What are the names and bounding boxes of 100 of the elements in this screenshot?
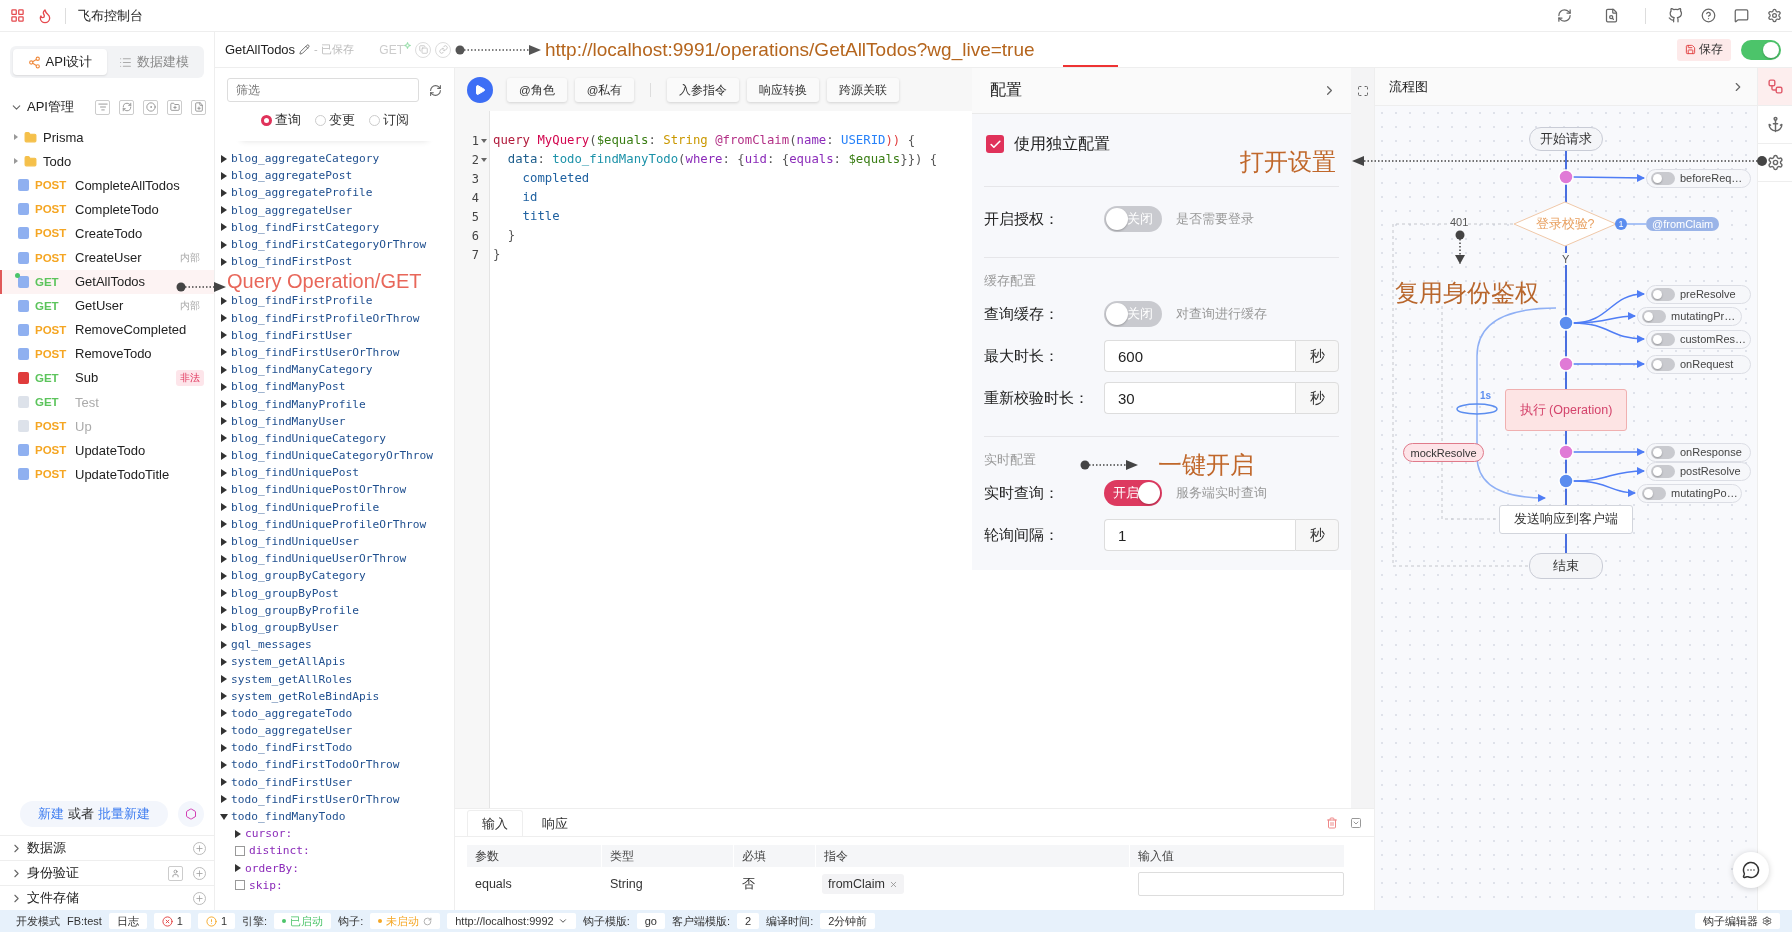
hook-item[interactable]: mutatingPo…	[1637, 483, 1742, 503]
caret-icon[interactable]	[220, 813, 228, 820]
toggle-switch[interactable]: 开启	[1104, 480, 1162, 506]
caret-icon[interactable]	[221, 795, 227, 804]
field-name[interactable]: blog_findManyPost	[231, 380, 346, 394]
filter-field[interactable]: 筛选	[227, 78, 419, 102]
caret-icon[interactable]	[221, 314, 227, 323]
end-node[interactable]: 结束	[1529, 553, 1603, 579]
argument-name[interactable]: orderBy:	[245, 861, 299, 875]
field-name[interactable]: blog_findFirstCategory	[231, 220, 380, 234]
field-name[interactable]: gql_messages	[231, 638, 312, 652]
section-title[interactable]: 身份验证	[27, 864, 79, 882]
toggle-switch[interactable]	[1651, 445, 1675, 459]
checkbox[interactable]	[235, 845, 245, 856]
hook-item[interactable]: onRequest	[1646, 354, 1751, 374]
field-name[interactable]: blog_findManyProfile	[231, 397, 366, 411]
url-select[interactable]: http://localhost:9992	[447, 913, 576, 929]
toolbar-button[interactable]: 响应转换	[747, 78, 820, 102]
field-name[interactable]: blog_findUniqueProfileOrThrow	[231, 517, 427, 531]
field-name[interactable]: todo_findFirstTodo	[231, 741, 353, 755]
message-icon[interactable]	[1734, 8, 1749, 23]
api-item[interactable]: POST CompleteAllTodos	[0, 173, 214, 198]
folder-name[interactable]: Todo	[43, 153, 72, 169]
caret-icon[interactable]	[235, 864, 241, 873]
toggle-switch[interactable]	[1651, 332, 1675, 346]
refresh-icon[interactable]	[1557, 8, 1572, 23]
field-name[interactable]: system_getRoleBindApis	[231, 689, 380, 703]
field-name[interactable]: todo_findFirstUserOrThrow	[231, 792, 400, 806]
field-name[interactable]: blog_groupByUser	[231, 620, 339, 634]
radio-label[interactable]: 查询	[274, 111, 301, 129]
api-item[interactable]: POST CompleteTodo	[0, 197, 214, 222]
file-search-icon[interactable]	[1604, 8, 1619, 23]
api-item[interactable]: POST RemoveTodo	[0, 341, 214, 366]
caret-icon[interactable]	[221, 417, 227, 426]
caret-icon[interactable]	[221, 743, 227, 752]
field-name[interactable]: todo_aggregateTodo	[231, 706, 353, 720]
hook-item[interactable]: preResolve	[1646, 284, 1751, 304]
field-name[interactable]: system_getAllRoles	[231, 672, 353, 686]
number-field[interactable]: 600	[1104, 340, 1296, 372]
caret-icon[interactable]	[221, 623, 227, 632]
field-name[interactable]: blog_findUniqueCategoryOrThrow	[231, 449, 434, 463]
sidebar-tab[interactable]: API设计	[13, 49, 107, 75]
field-name[interactable]: blog_findUniquePostOrThrow	[231, 483, 407, 497]
caret-icon[interactable]	[221, 348, 227, 357]
mock-node[interactable]: mockResolve	[1403, 443, 1484, 462]
caret-icon[interactable]	[221, 382, 227, 391]
new-link[interactable]: 新建	[38, 805, 64, 823]
collapse-icon[interactable]	[1350, 816, 1362, 829]
fullscreen-icon[interactable]	[1356, 84, 1369, 98]
caret-icon[interactable]	[221, 468, 227, 477]
caret-icon[interactable]	[221, 434, 227, 443]
panel-tab[interactable]: 响应	[527, 810, 583, 836]
field-name[interactable]: blog_findManyCategory	[231, 363, 373, 377]
hook-item[interactable]: mutatingPr…	[1637, 306, 1742, 326]
restart-icon[interactable]	[423, 916, 433, 926]
start-node[interactable]: 开始请求	[1529, 127, 1603, 151]
panel-tab[interactable]: 输入	[467, 810, 523, 836]
caret-icon[interactable]	[221, 503, 227, 512]
caret-icon[interactable]	[221, 451, 227, 460]
caret-icon[interactable]	[221, 154, 227, 163]
api-item[interactable]: GET Sub 非法	[0, 365, 214, 391]
toggle-switch[interactable]	[1741, 39, 1781, 60]
help-icon[interactable]	[1701, 8, 1716, 23]
toggle-switch[interactable]	[1651, 287, 1675, 301]
caret-icon[interactable]	[221, 206, 227, 215]
api-item[interactable]: POST UpdateTodo	[0, 438, 214, 463]
field-name[interactable]: blog_findUniqueUser	[231, 535, 359, 549]
field-name[interactable]: blog_findUniqueUserOrThrow	[231, 552, 407, 566]
field-name[interactable]: blog_groupByProfile	[231, 603, 359, 617]
app-grid-icon[interactable]	[10, 8, 25, 23]
field-name[interactable]: system_getAllApis	[231, 655, 346, 669]
save-button[interactable]: 保存	[1677, 38, 1731, 61]
caret-icon[interactable]	[221, 485, 227, 494]
radio-label[interactable]: 订阅	[382, 111, 409, 129]
caret-icon[interactable]	[221, 778, 227, 787]
number-field[interactable]: 30	[1104, 382, 1296, 414]
hook-item[interactable]: customRes…	[1646, 329, 1751, 349]
section-title[interactable]: 文件存储	[27, 889, 79, 907]
field-name[interactable]: blog_aggregateCategory	[231, 152, 380, 166]
hook-item[interactable]: postResolve	[1646, 461, 1751, 481]
caret-icon[interactable]	[221, 331, 227, 340]
radio-button[interactable]	[260, 114, 272, 126]
caret-icon[interactable]	[221, 240, 227, 249]
field-name[interactable]: todo_aggregateUser	[231, 724, 353, 738]
folder-name[interactable]: Prisma	[43, 129, 84, 145]
checkbox[interactable]	[235, 880, 245, 891]
hook-node[interactable]	[1558, 444, 1574, 460]
caret-icon[interactable]	[221, 171, 227, 180]
hook-node[interactable]	[1558, 473, 1574, 489]
caret-icon[interactable]	[221, 188, 227, 197]
caret-icon[interactable]	[221, 223, 227, 232]
field-name[interactable]: blog_findUniqueProfile	[231, 500, 380, 514]
api-item[interactable]: POST CreateUser 内部	[0, 245, 214, 270]
github-icon[interactable]	[1668, 8, 1683, 23]
field-name[interactable]: blog_findManyUser	[231, 414, 346, 428]
field-name[interactable]: blog_findUniqueCategory	[231, 431, 386, 445]
field-name[interactable]: blog_findFirstPost	[231, 255, 353, 269]
field-name[interactable]: blog_findFirstProfileOrThrow	[231, 311, 420, 325]
api-item[interactable]: GET GetUser 内部	[0, 293, 214, 318]
refresh-icon[interactable]	[429, 83, 442, 97]
